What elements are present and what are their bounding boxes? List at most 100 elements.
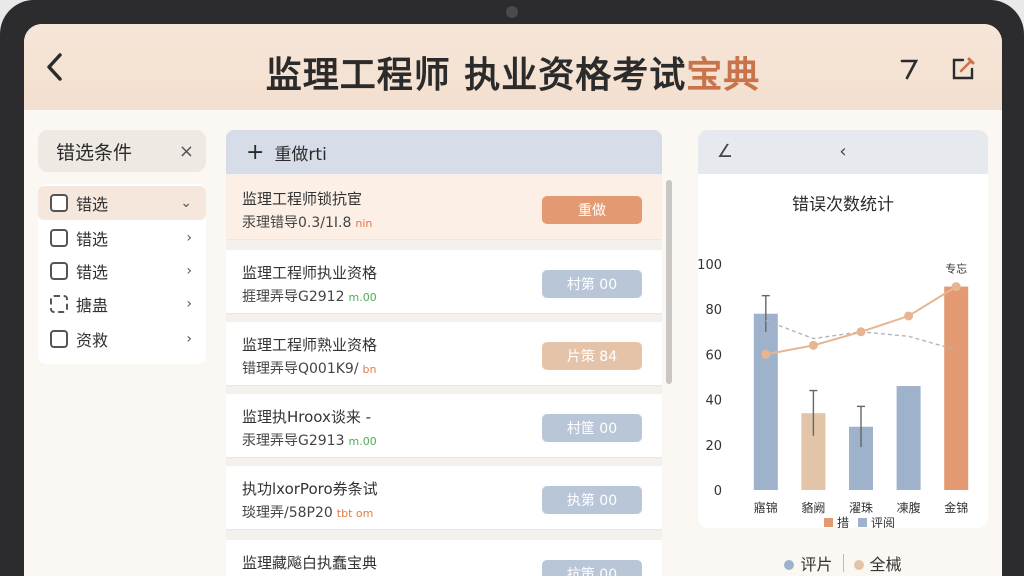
legend-label: 评阅 [871,516,895,528]
line-point [904,311,914,321]
bar [944,286,969,490]
filter-item-label: 错选 [76,263,109,282]
action-button[interactable]: 村第 00 [542,270,642,298]
item-subtitle: 琰理弄/58P20 tbt om [242,502,373,522]
redo-header-button[interactable]: + 重做rti [226,130,662,174]
chevron-right-icon: › [186,263,192,279]
y-tick-label: 40 [705,394,722,409]
item-sub-text: 汞理错导0.3/1I.8 [242,215,352,231]
image-check-icon[interactable] [50,295,68,313]
legend-label: 全械 [869,555,902,574]
item-sub-text: 错理弄导Q001K9/ [242,361,359,377]
app-header: 监理工程师 执业资格考试宝典 [24,24,1002,110]
item-subtitle: 汞理弄导G2913 m.00 [242,430,377,450]
x-tick-label: 濯珠 [849,501,873,515]
line-point [808,340,818,350]
action-button[interactable]: 片策 84 [542,342,642,370]
help-button[interactable] [894,54,924,84]
x-tick-label: 貉阙 [801,500,825,515]
action-button[interactable]: 执第 00 [542,486,642,514]
y-tick-label: 20 [705,439,722,454]
chevron-down-icon: ⌄ [180,195,192,211]
list-item[interactable]: 监理工程师熟业资格 错理弄导Q001K9/bn 片策 84 [226,322,662,386]
x-tick-label: 金锦 [944,500,968,515]
title-accent: 宝典 [686,55,761,96]
checkbox[interactable] [50,194,68,212]
list-item[interactable]: 监理工程师锁抗宦 汞理错导0.3/1I.8 nin 重做 [226,176,662,240]
item-tag: nin [355,217,373,230]
error-count-chart: 0 20 40 60 80 100 专忘寤锦 貉阙 濯珠 凍腹 金锦措 评阅 [698,258,969,528]
line-point [951,282,961,292]
camera-dot [506,6,518,18]
item-tag: m.00 [348,435,377,448]
chevron-right-icon: › [186,331,192,347]
item-title: 监理工程师锁抗宦 [242,190,363,208]
legend-dot [784,560,795,570]
x-tick-label: 寤锦 [754,500,778,515]
list-item[interactable]: 监理工程师执业资格 捱理弄导G2912 m.00 村第 00 [226,250,662,314]
chevron-left-icon[interactable]: ‹ [832,140,854,162]
chevron-right-icon: › [186,230,192,246]
chart-toolbar: ∠ ‹ [698,130,988,174]
x-tick-label: 凍腹 [897,501,921,515]
line-point [856,327,866,337]
item-title: 执功lxorPoro券条试 [242,480,378,498]
filter-item-label: 错选 [76,195,109,214]
item-subtitle: 捱理弄导G2912 m.00 [242,286,377,306]
filter-item[interactable]: 错选 ⌄ [38,186,206,220]
filter-item[interactable]: 错选 › [38,254,206,288]
y-tick-label: 80 [705,303,722,318]
bar [896,386,921,490]
legend-item[interactable]: 全械 [853,551,902,575]
redo-header-label: 重做rti [274,144,327,165]
page-title: 监理工程师 执业资格考试宝典 [24,46,1002,98]
chevron-right-icon: › [186,296,192,312]
action-button[interactable]: 抗策 00 [542,560,642,576]
filter-header: 错选条件 × [38,130,206,172]
list-scrollbar[interactable] [666,180,672,384]
filter-item[interactable]: 搪蛊 › [38,287,206,321]
filter-item[interactable]: 资救 › [38,322,206,356]
action-button[interactable]: 村筐 00 [542,414,642,442]
list-item[interactable]: 监理藏飚白执蠢宝典 抗策 00 [226,540,662,576]
y-tick-label: 100 [698,258,722,273]
legend-swatch [858,518,867,527]
item-subtitle: 错理弄导Q001K9/bn [242,358,377,378]
item-sub-text: 汞理弄导G2913 [242,433,345,449]
list-item[interactable]: 执功lxorPoro券条试 琰理弄/58P20 tbt om 执第 00 [226,466,662,530]
item-title: 监理藏飚白执蠢宝典 [242,554,378,572]
filter-item-label: 资救 [76,331,109,350]
filter-title: 错选条件 [56,141,133,164]
checkbox[interactable] [50,229,68,247]
edit-button[interactable] [948,54,978,84]
filter-item[interactable]: 错选 › [38,221,206,255]
chart-card: 错误次数统计 0 20 40 60 80 100 专忘 寤锦 貉阙 濯珠 凍腹 金锦措评阅 [698,174,988,528]
item-tag: m.00 [348,291,377,304]
y-tick-label: 0 [714,484,722,499]
item-sub-text: 捱理弄导G2912 [242,289,345,305]
filter-list: 错选 ⌄ 错选 › 错选 › 搪蛊 › 资救 › [38,184,206,364]
bar [753,313,778,490]
redo-button[interactable]: 重做 [542,196,642,224]
bottom-legend: 评片 全械 [698,550,988,576]
checkbox[interactable] [50,262,68,280]
legend-dot [853,560,864,570]
item-sub-text: 琰理弄/58P20 [242,505,333,521]
item-title: 监理执Hroox谈来 - [242,408,372,426]
tablet-frame: 监理工程师 执业资格考试宝典 错选条件 × 错选 ⌄ 错选 › 错选 › 搪蛊 … [0,0,1024,576]
y-tick-label: 60 [705,348,722,363]
legend-label: 措 [837,516,849,528]
close-icon[interactable]: × [179,141,194,162]
angle-icon[interactable]: ∠ [714,140,736,162]
legend-item[interactable]: 评片 [784,551,833,575]
app-screen: 监理工程师 执业资格考试宝典 错选条件 × 错选 ⌄ 错选 › 错选 › 搪蛊 … [24,24,1002,576]
help-icon [900,59,919,80]
item-tag: tbt om [336,507,374,520]
plus-icon: + [246,139,265,165]
item-tag: bn [362,363,377,376]
checkbox[interactable] [50,330,68,348]
item-title: 监理工程师执业资格 [242,264,378,282]
line-point [761,349,771,359]
series-line [765,285,957,356]
list-item[interactable]: 监理执Hroox谈来 - 汞理弄导G2913 m.00 村筐 00 [226,394,662,458]
